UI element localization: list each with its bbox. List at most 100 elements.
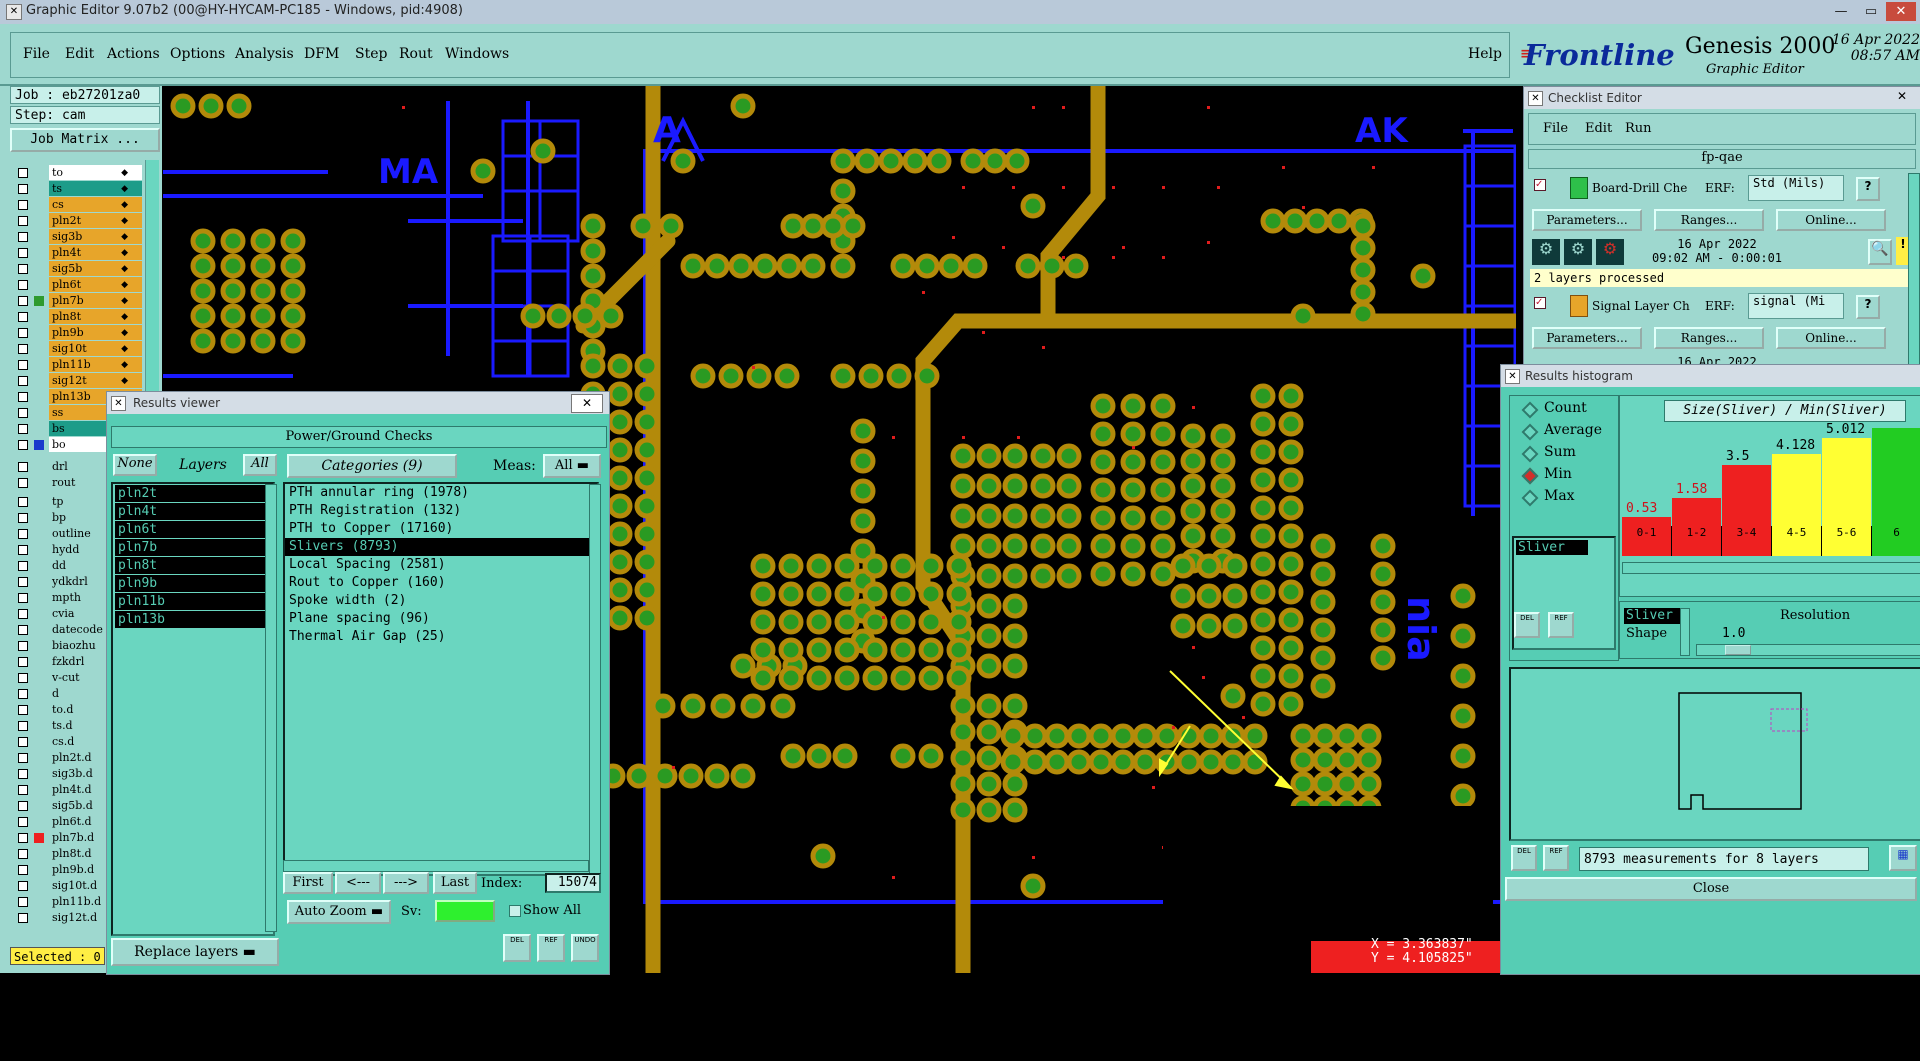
layer-row[interactable]: pln9b ◆ (12, 325, 142, 341)
layer-checkbox[interactable] (18, 392, 28, 402)
categories-hscrollbar[interactable] (283, 860, 589, 872)
maximize-button[interactable]: ▭ (1856, 2, 1886, 21)
undo-icon[interactable]: UNDO (571, 934, 599, 962)
resolution-slider[interactable] (1696, 644, 1920, 656)
histogram-bar[interactable] (1772, 454, 1821, 526)
menu-analysis[interactable]: Analysis (235, 46, 294, 62)
layer-checkbox[interactable] (18, 529, 28, 539)
layer-checkbox[interactable] (18, 232, 28, 242)
layer-checkbox[interactable] (18, 865, 28, 875)
run-icon[interactable]: ⚙ (1532, 239, 1560, 265)
layer-row[interactable]: pln11b ◆ (12, 357, 142, 373)
categories-list[interactable]: PTH annular ring (1978) PTH Registration … (283, 482, 599, 876)
preview-area[interactable] (1509, 667, 1920, 841)
layer-checkbox[interactable] (18, 216, 28, 226)
layer-row[interactable]: pln6t ◆ (12, 277, 142, 293)
layer-mode-icon[interactable]: ◆ (121, 357, 128, 373)
categories-scrollbar[interactable] (589, 484, 601, 881)
check2-erf-field[interactable]: signal (Mi (1748, 293, 1844, 319)
layer-row[interactable]: sig5b ◆ (12, 261, 142, 277)
replace-layers-dropdown[interactable]: Replace layers ▬ (111, 938, 279, 966)
layer-checkbox[interactable] (18, 545, 28, 555)
menu-step[interactable]: Step (355, 46, 387, 62)
layer-mode-icon[interactable]: ◆ (121, 293, 128, 309)
close-icon[interactable]: ✕ (571, 394, 603, 413)
layer-mode-icon[interactable]: ◆ (121, 309, 128, 325)
histogram-bar[interactable] (1722, 465, 1771, 526)
layer-checkbox[interactable] (18, 849, 28, 859)
ref-icon[interactable]: REF (1543, 845, 1569, 871)
result-category-item[interactable]: PTH annular ring (1978) (285, 484, 597, 502)
sv-color-dropdown[interactable] (435, 900, 495, 922)
layer-checkbox[interactable] (18, 913, 28, 923)
index-input[interactable]: 15074 (545, 873, 601, 893)
show-all-checkbox[interactable] (509, 905, 521, 917)
layer-checkbox[interactable] (18, 440, 28, 450)
check2-online-button[interactable]: Online... (1776, 327, 1886, 349)
check1-ranges-button[interactable]: Ranges... (1654, 209, 1764, 231)
check1-erf-field[interactable]: Std (Mils) (1748, 175, 1844, 201)
check2-ranges-button[interactable]: Ranges... (1654, 327, 1764, 349)
layer-checkbox[interactable] (18, 801, 28, 811)
next-button[interactable]: ---> (383, 872, 429, 894)
checklist-scrollbar[interactable] (1908, 173, 1920, 365)
layer-checkbox[interactable] (18, 721, 28, 731)
job-matrix-button[interactable]: Job Matrix ... (10, 128, 160, 152)
check1-name[interactable]: Board-Drill Che (1592, 181, 1702, 195)
del-icon[interactable]: DEL (1514, 612, 1540, 638)
menu-actions[interactable]: Actions (107, 46, 160, 62)
layer-checkbox[interactable] (18, 296, 28, 306)
result-layer-item[interactable]: pln4t (115, 503, 265, 520)
help-icon[interactable]: ? (1856, 295, 1880, 319)
layer-mode-icon[interactable]: ◆ (121, 373, 128, 389)
checklist-menu-run[interactable]: Run (1625, 121, 1652, 136)
layer-mode-icon[interactable]: ◆ (121, 245, 128, 261)
result-layer-item[interactable]: pln6t (115, 521, 265, 538)
layer-mode-icon[interactable]: ◆ (121, 197, 128, 213)
histogram-bar[interactable] (1622, 517, 1671, 526)
layer-mode-icon[interactable]: ◆ (121, 229, 128, 245)
categories-button[interactable]: Categories (9) (287, 454, 457, 478)
prev-button[interactable]: <--- (335, 872, 381, 894)
check1-online-button[interactable]: Online... (1776, 209, 1886, 231)
first-button[interactable]: First (283, 872, 333, 894)
result-category-item[interactable]: PTH Registration (132) (285, 502, 597, 520)
del-icon[interactable]: DEL (1511, 845, 1537, 871)
layer-checkbox[interactable] (18, 657, 28, 667)
menu-dfm[interactable]: DFM (304, 46, 339, 62)
layer-checkbox[interactable] (18, 462, 28, 472)
aggregate-radio[interactable] (1521, 489, 1539, 507)
all-button[interactable]: All (243, 454, 277, 476)
layer-checkbox[interactable] (18, 478, 28, 488)
layer-checkbox[interactable] (18, 312, 28, 322)
check2-checkbox[interactable]: ✓ (1534, 297, 1546, 309)
layer-row[interactable]: sig10t ◆ (12, 341, 142, 357)
layer-row[interactable]: pln7b ◆ (12, 293, 142, 309)
layer-checkbox[interactable] (18, 641, 28, 651)
result-category-item[interactable]: Thermal Air Gap (25) (285, 628, 597, 646)
aggregate-radio[interactable] (1521, 423, 1539, 441)
layer-row[interactable]: sig3b ◆ (12, 229, 142, 245)
layer-checkbox[interactable] (18, 785, 28, 795)
minimize-button[interactable]: — (1826, 2, 1856, 21)
result-category-item[interactable]: Slivers (8793) (285, 538, 597, 556)
menu-rout[interactable]: Rout (399, 46, 433, 62)
result-category-item[interactable]: Local Spacing (2581) (285, 556, 597, 574)
menu-help[interactable]: Help (1468, 46, 1502, 62)
layer-row[interactable]: sig12t ◆ (12, 373, 142, 389)
chart-icon[interactable]: ▦ (1889, 845, 1917, 871)
layer-checkbox[interactable] (18, 561, 28, 571)
layer-checkbox[interactable] (18, 168, 28, 178)
check1-parameters-button[interactable]: Parameters... (1532, 209, 1642, 231)
layer-checkbox[interactable] (18, 248, 28, 258)
layer-checkbox[interactable] (18, 200, 28, 210)
auto-zoom-dropdown[interactable]: Auto Zoom ▬ (287, 900, 391, 924)
layer-checkbox[interactable] (18, 328, 28, 338)
check2-name[interactable]: Signal Layer Ch (1592, 299, 1702, 313)
check1-checkbox[interactable]: ✓ (1534, 179, 1546, 191)
layer-row[interactable]: cs ◆ (12, 197, 142, 213)
help-icon[interactable]: ? (1856, 177, 1880, 201)
layers-list[interactable]: pln2t pln4t pln6t pln7b pln8t pln9b pln11b pln1… (111, 482, 275, 936)
close-button[interactable]: ✕ (1886, 2, 1916, 21)
layer-checkbox[interactable] (18, 264, 28, 274)
